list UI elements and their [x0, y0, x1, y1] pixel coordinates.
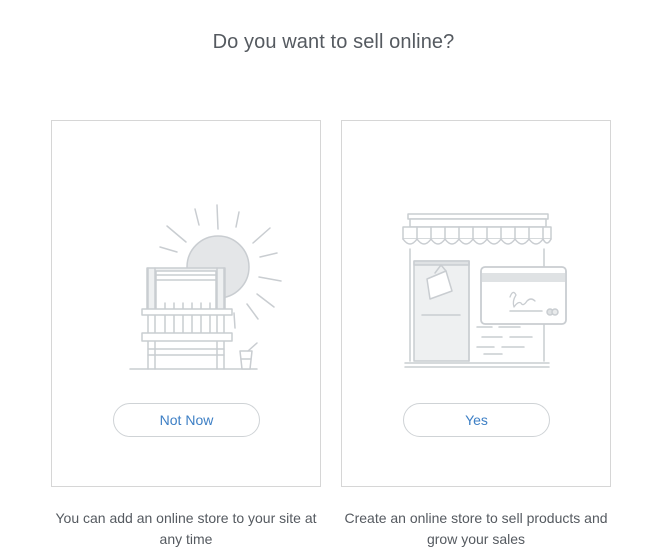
sell-online-page: Do you want to sell online? Not Now Yes … — [0, 0, 667, 559]
not-now-description: You can add an online store to your site… — [55, 510, 317, 547]
beach-chair-sun-icon — [129, 204, 282, 370]
yes-description: Create an online store to sell products … — [344, 510, 608, 547]
option-card-not-now[interactable]: Not Now — [51, 120, 321, 487]
yes-button[interactable]: Yes — [403, 403, 550, 437]
option-card-yes[interactable]: Yes — [341, 120, 611, 487]
not-now-button[interactable]: Not Now — [113, 403, 260, 437]
storefront-credit-card-icon — [402, 213, 567, 368]
page-title: Do you want to sell online? — [212, 31, 455, 53]
